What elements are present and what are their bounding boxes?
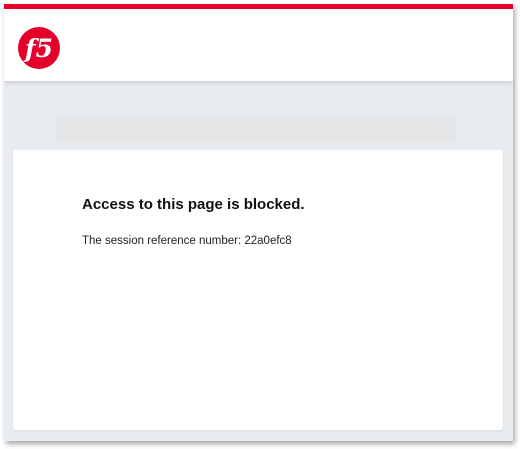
page-header: f5 [4, 9, 513, 81]
placeholder-banner [56, 115, 456, 143]
svg-text:f5: f5 [23, 34, 53, 63]
f5-logo-icon: f5 [17, 26, 61, 70]
block-message-card: Access to this page is blocked. The sess… [13, 150, 503, 430]
session-label: The session reference number: [82, 235, 242, 247]
browser-frame: f5 Access to this page is blocked. The s… [4, 4, 513, 441]
blocked-title: Access to this page is blocked. [82, 196, 305, 213]
session-reference: The session reference number: 22a0efc8 [82, 235, 292, 247]
session-id: 22a0efc8 [244, 235, 292, 247]
